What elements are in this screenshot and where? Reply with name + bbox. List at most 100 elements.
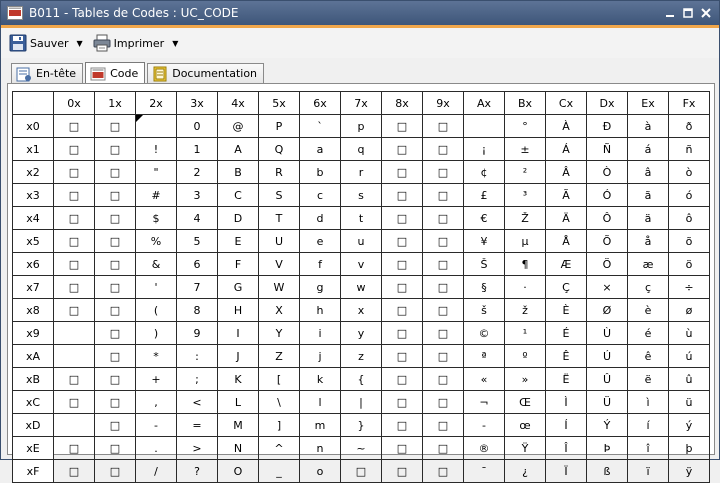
code-cell[interactable]: □ [53,183,95,207]
code-cell[interactable]: ¶ [504,252,546,276]
code-cell[interactable]: . [135,436,177,460]
code-cell[interactable]: Ÿ [504,436,546,460]
code-cell[interactable]: □ [422,298,464,322]
code-cell[interactable]: Ù [586,321,628,345]
code-cell[interactable]: è [627,298,669,322]
code-cell[interactable]: W [258,275,300,299]
code-cell[interactable]: u [340,229,382,253]
code-cell[interactable]: š [463,298,505,322]
code-cell[interactable]: õ [668,229,710,253]
code-cell[interactable]: □ [422,137,464,161]
code-cell[interactable]: | [340,390,382,414]
code-cell[interactable]: D [217,206,259,230]
code-cell[interactable]: □ [94,252,136,276]
code-cell[interactable]: Î [545,436,587,460]
code-cell[interactable]: d [299,206,341,230]
print-button[interactable]: Imprimer ▼ [93,32,178,54]
code-cell[interactable]: Í [545,413,587,437]
code-cell[interactable]: v [340,252,382,276]
code-cell[interactable]: □ [422,436,464,460]
code-cell[interactable]: □ [381,321,423,345]
code-cell[interactable]: Ä [545,206,587,230]
code-cell[interactable]: □ [422,390,464,414]
code-cell[interactable]: & [135,252,177,276]
code-cell[interactable]: " [135,160,177,184]
code-cell[interactable]: □ [94,206,136,230]
code-cell[interactable]: w [340,275,382,299]
code-cell[interactable]: r [340,160,382,184]
code-cell[interactable]: □ [381,183,423,207]
code-cell[interactable]: 9 [176,321,218,345]
code-cell[interactable]: Ç [545,275,587,299]
code-cell[interactable]: Ð [586,114,628,138]
code-cell[interactable]: û [668,367,710,391]
code-cell[interactable]: y [340,321,382,345]
code-cell[interactable]: Ö [586,252,628,276]
code-cell[interactable]: □ [422,367,464,391]
code-cell[interactable]: □ [94,275,136,299]
close-button[interactable] [699,6,713,20]
code-cell[interactable]: ¯ [463,459,505,483]
code-cell[interactable]: □ [381,114,423,138]
code-cell[interactable]: R [258,160,300,184]
code-cell[interactable]: K [217,367,259,391]
code-cell[interactable]: ç [627,275,669,299]
code-cell[interactable]: Z [258,344,300,368]
code-cell[interactable]: / [135,459,177,483]
tab-code[interactable]: Code [85,62,146,84]
code-cell[interactable]: □ [381,459,423,483]
code-cell[interactable]: Õ [586,229,628,253]
code-cell[interactable]: □ [94,229,136,253]
code-cell[interactable]: f [299,252,341,276]
code-cell[interactable]: % [135,229,177,253]
code-cell[interactable]: P [258,114,300,138]
save-dropdown-arrow-icon[interactable]: ▼ [77,39,83,48]
tab-header[interactable]: En-tête [11,63,84,83]
code-cell[interactable]: È [545,298,587,322]
code-cell[interactable]: □ [53,252,95,276]
code-cell[interactable]: ¿ [504,459,546,483]
code-cell[interactable]: s [340,183,382,207]
code-cell[interactable]: □ [94,459,136,483]
code-cell[interactable]: $ [135,206,177,230]
print-dropdown-arrow-icon[interactable]: ▼ [172,39,178,48]
code-cell[interactable]: □ [53,275,95,299]
code-cell[interactable]: Ñ [586,137,628,161]
code-cell[interactable]: □ [381,160,423,184]
code-cell[interactable]: J [217,344,259,368]
code-cell[interactable]: L [217,390,259,414]
code-cell[interactable]: □ [94,390,136,414]
code-cell[interactable]: ¡ [463,137,505,161]
code-cell[interactable]: = [176,413,218,437]
code-cell[interactable]: Û [586,367,628,391]
code-cell[interactable]: € [463,206,505,230]
code-cell[interactable]: 2 [176,160,218,184]
code-cell[interactable]: c [299,183,341,207]
code-cell[interactable]: 3 [176,183,218,207]
code-cell[interactable]: o [299,459,341,483]
code-cell[interactable]: ì [627,390,669,414]
code-cell[interactable]: ù [668,321,710,345]
code-cell[interactable]: © [463,321,505,345]
code-cell[interactable]: □ [53,229,95,253]
code-cell[interactable]: : [176,344,218,368]
code-cell[interactable]: É [545,321,587,345]
code-cell[interactable]: Q [258,137,300,161]
code-cell[interactable]: Ë [545,367,587,391]
code-cell[interactable]: F [217,252,259,276]
code-cell[interactable]: □ [422,160,464,184]
code-cell[interactable]: À [545,114,587,138]
code-cell[interactable]: b [299,160,341,184]
code-cell[interactable]: □ [381,275,423,299]
code-cell[interactable]: n [299,436,341,460]
code-cell[interactable]: × [586,275,628,299]
code-cell[interactable]: p [340,114,382,138]
code-cell[interactable]: Ò [586,160,628,184]
code-cell[interactable]: ã [627,183,669,207]
code-cell[interactable]: 1 [176,137,218,161]
code-cell[interactable]: □ [381,413,423,437]
code-cell[interactable] [463,114,505,138]
code-cell[interactable]: Ø [586,298,628,322]
code-cell[interactable]: þ [668,436,710,460]
code-cell[interactable]: å [627,229,669,253]
